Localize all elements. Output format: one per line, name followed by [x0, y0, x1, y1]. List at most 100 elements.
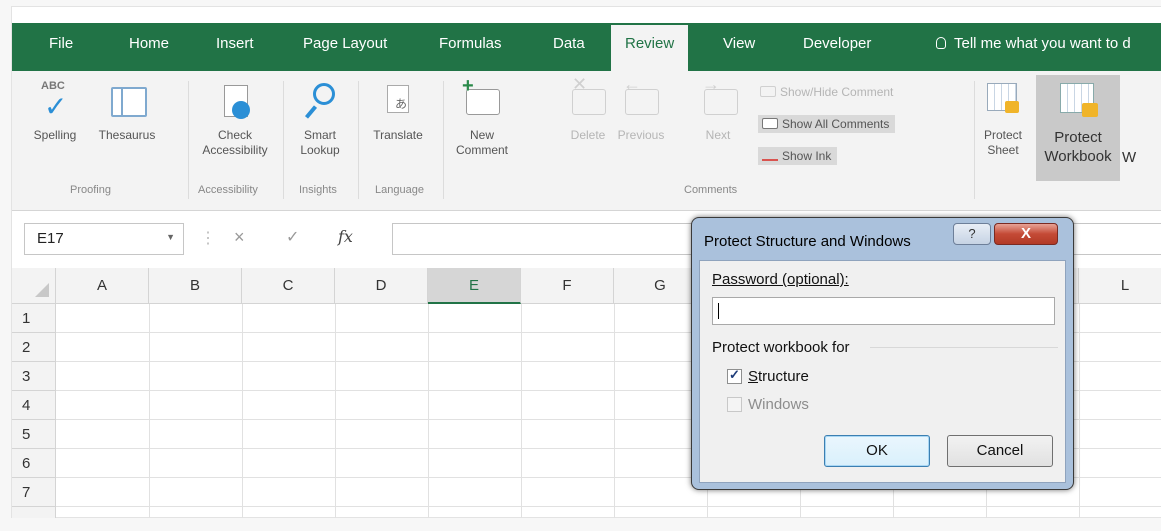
help-button[interactable]: ? — [953, 223, 991, 245]
structure-checkbox[interactable]: ✓ — [727, 367, 742, 384]
tab-view[interactable]: View — [723, 35, 755, 52]
smart-lookup-icon — [303, 79, 337, 125]
name-box[interactable]: E17 ▼ — [24, 223, 184, 255]
enter-formula-button[interactable]: ✓ — [286, 227, 299, 247]
column-header[interactable]: B — [149, 268, 242, 304]
new-comment-button[interactable]: + New Comment — [446, 76, 518, 158]
insert-function-button[interactable]: fx — [338, 227, 353, 246]
smart-lookup-label-2: Lookup — [300, 143, 340, 157]
new-comment-icon: + — [460, 76, 504, 125]
ribbon-tab-bar: File Home Insert Page Layout Formulas Da… — [12, 23, 1161, 71]
text-caret — [718, 303, 719, 319]
check-accessibility-label-1: Check — [217, 128, 252, 142]
cancel-button[interactable]: Cancel — [947, 435, 1053, 467]
tab-review[interactable]: Review — [611, 25, 689, 71]
structure-label-text: Structure — [748, 368, 809, 385]
group-separator — [188, 81, 189, 199]
translate-icon: あ — [381, 79, 415, 125]
row-header[interactable]: 2 — [12, 333, 56, 362]
tab-home[interactable]: Home — [129, 35, 169, 52]
smart-lookup-button[interactable]: Smart Lookup — [288, 79, 352, 158]
next-comment-button[interactable]: → Next — [700, 75, 738, 143]
cancel-formula-button[interactable]: × — [234, 227, 245, 248]
select-all-corner[interactable] — [12, 268, 56, 304]
lightbulb-icon — [936, 37, 946, 49]
row-header[interactable]: 4 — [12, 391, 56, 420]
group-separator — [443, 81, 444, 199]
row-header[interactable]: 3 — [12, 362, 56, 391]
formula-bar-grip-icon: ⋮ — [200, 230, 216, 247]
show-all-comments-label: Show All Comments — [782, 117, 890, 131]
ink-icon — [762, 150, 778, 161]
protect-sheet-label-1: Protect — [983, 128, 1022, 142]
spelling-icon: ABC ✓ — [41, 80, 68, 122]
tab-formulas[interactable]: Formulas — [439, 35, 502, 52]
tab-developer[interactable]: Developer — [803, 35, 871, 52]
protect-for-group-label: Protect workbook for — [712, 339, 850, 356]
translate-button[interactable]: あ Translate — [362, 79, 434, 143]
column-header[interactable]: C — [242, 268, 335, 304]
protect-sheet-label-2: Sheet — [987, 143, 1019, 157]
show-hide-comment-label: Show/Hide Comment — [780, 85, 894, 99]
tab-page-layout[interactable]: Page Layout — [303, 35, 387, 52]
check-accessibility-button[interactable]: Check Accessibility — [192, 79, 278, 158]
group-separator — [974, 81, 975, 199]
gridline — [1079, 304, 1080, 518]
ok-button[interactable]: OK — [824, 435, 930, 467]
protect-workbook-icon — [1056, 79, 1100, 125]
spelling-button[interactable]: ABC ✓ Spelling — [26, 79, 84, 143]
protect-structure-dialog: Protect Structure and Windows ? X Passwo… — [691, 217, 1074, 490]
show-ink-button[interactable]: Show Ink — [758, 147, 838, 165]
column-header[interactable]: L — [1079, 268, 1161, 304]
show-all-comments-button[interactable]: Show All Comments — [758, 115, 896, 133]
protect-workbook-button[interactable]: Protect Workbook — [1036, 75, 1120, 181]
column-header-selected[interactable]: E — [428, 268, 521, 304]
tell-me-search[interactable]: Tell me what you want to d — [936, 35, 1131, 52]
ribbon-cut-off-label: W — [1122, 149, 1137, 166]
thesaurus-icon — [107, 79, 147, 125]
row-header[interactable]: 1 — [12, 304, 56, 333]
row-header[interactable] — [12, 507, 56, 518]
gridline — [521, 304, 522, 518]
column-header[interactable]: D — [335, 268, 428, 304]
chevron-down-icon[interactable]: ▼ — [166, 232, 175, 242]
group-label-comments: Comments — [684, 184, 738, 196]
structure-label[interactable]: Structure — [748, 368, 809, 385]
show-ink-label: Show Ink — [782, 149, 832, 163]
thesaurus-label: Thesaurus — [98, 128, 156, 142]
group-separator — [283, 81, 284, 199]
previous-label: Previous — [617, 128, 665, 142]
gridline — [428, 304, 429, 518]
row-header[interactable]: 7 — [12, 478, 56, 507]
next-comment-icon: → — [700, 75, 740, 125]
group-label-accessibility: Accessibility — [198, 184, 258, 196]
protect-workbook-label-1: Protect — [1054, 129, 1102, 146]
previous-comment-button[interactable]: ← Previous — [613, 75, 669, 143]
dialog-title: Protect Structure and Windows — [704, 233, 911, 250]
tab-file[interactable]: File — [49, 35, 73, 52]
gridline — [614, 304, 615, 518]
row-header[interactable]: 6 — [12, 449, 56, 478]
comments-icon — [762, 118, 778, 129]
accessibility-icon — [218, 79, 252, 125]
row-header[interactable]: 5 — [12, 420, 56, 449]
protect-sheet-button[interactable]: Protect Sheet — [976, 79, 1030, 158]
new-comment-label-1: New — [469, 128, 494, 142]
tab-insert[interactable]: Insert — [216, 35, 254, 52]
password-input[interactable] — [712, 297, 1055, 325]
windows-checkbox[interactable] — [727, 397, 742, 412]
windows-label: Windows — [748, 396, 809, 413]
close-button[interactable]: X — [994, 223, 1058, 245]
spelling-label: Spelling — [33, 128, 77, 142]
delete-comment-button[interactable]: ✕ Delete — [566, 75, 610, 143]
gridline — [335, 304, 336, 518]
delete-label: Delete — [570, 128, 606, 142]
show-hide-comment-button[interactable]: Show/Hide Comment — [760, 85, 893, 99]
name-box-value: E17 — [37, 230, 64, 247]
thesaurus-button[interactable]: Thesaurus — [90, 79, 164, 143]
column-header[interactable]: A — [56, 268, 149, 304]
dialog-body: Password (optional): Protect workbook fo… — [699, 260, 1066, 483]
tab-data[interactable]: Data — [553, 35, 585, 52]
password-label-text: Password (optional): — [712, 271, 849, 288]
column-header[interactable]: F — [521, 268, 614, 304]
